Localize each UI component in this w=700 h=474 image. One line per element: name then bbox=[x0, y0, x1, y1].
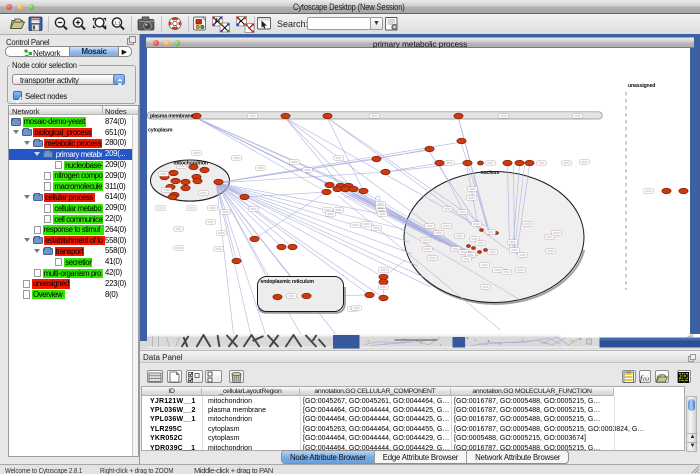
svg-text:nucleus: nucleus bbox=[480, 170, 499, 176]
svg-text:1:1: 1:1 bbox=[114, 21, 121, 26]
svg-text:mitochondrion: mitochondrion bbox=[173, 161, 207, 167]
svg-text:plasma membrane: plasma membrane bbox=[150, 114, 194, 120]
svg-text:unassigned: unassigned bbox=[628, 83, 655, 89]
svg-text:(x): (x) bbox=[643, 377, 649, 382]
svg-text:endoplasmic reticulum: endoplasmic reticulum bbox=[260, 279, 314, 285]
svg-text:cytoplasm: cytoplasm bbox=[148, 128, 173, 134]
